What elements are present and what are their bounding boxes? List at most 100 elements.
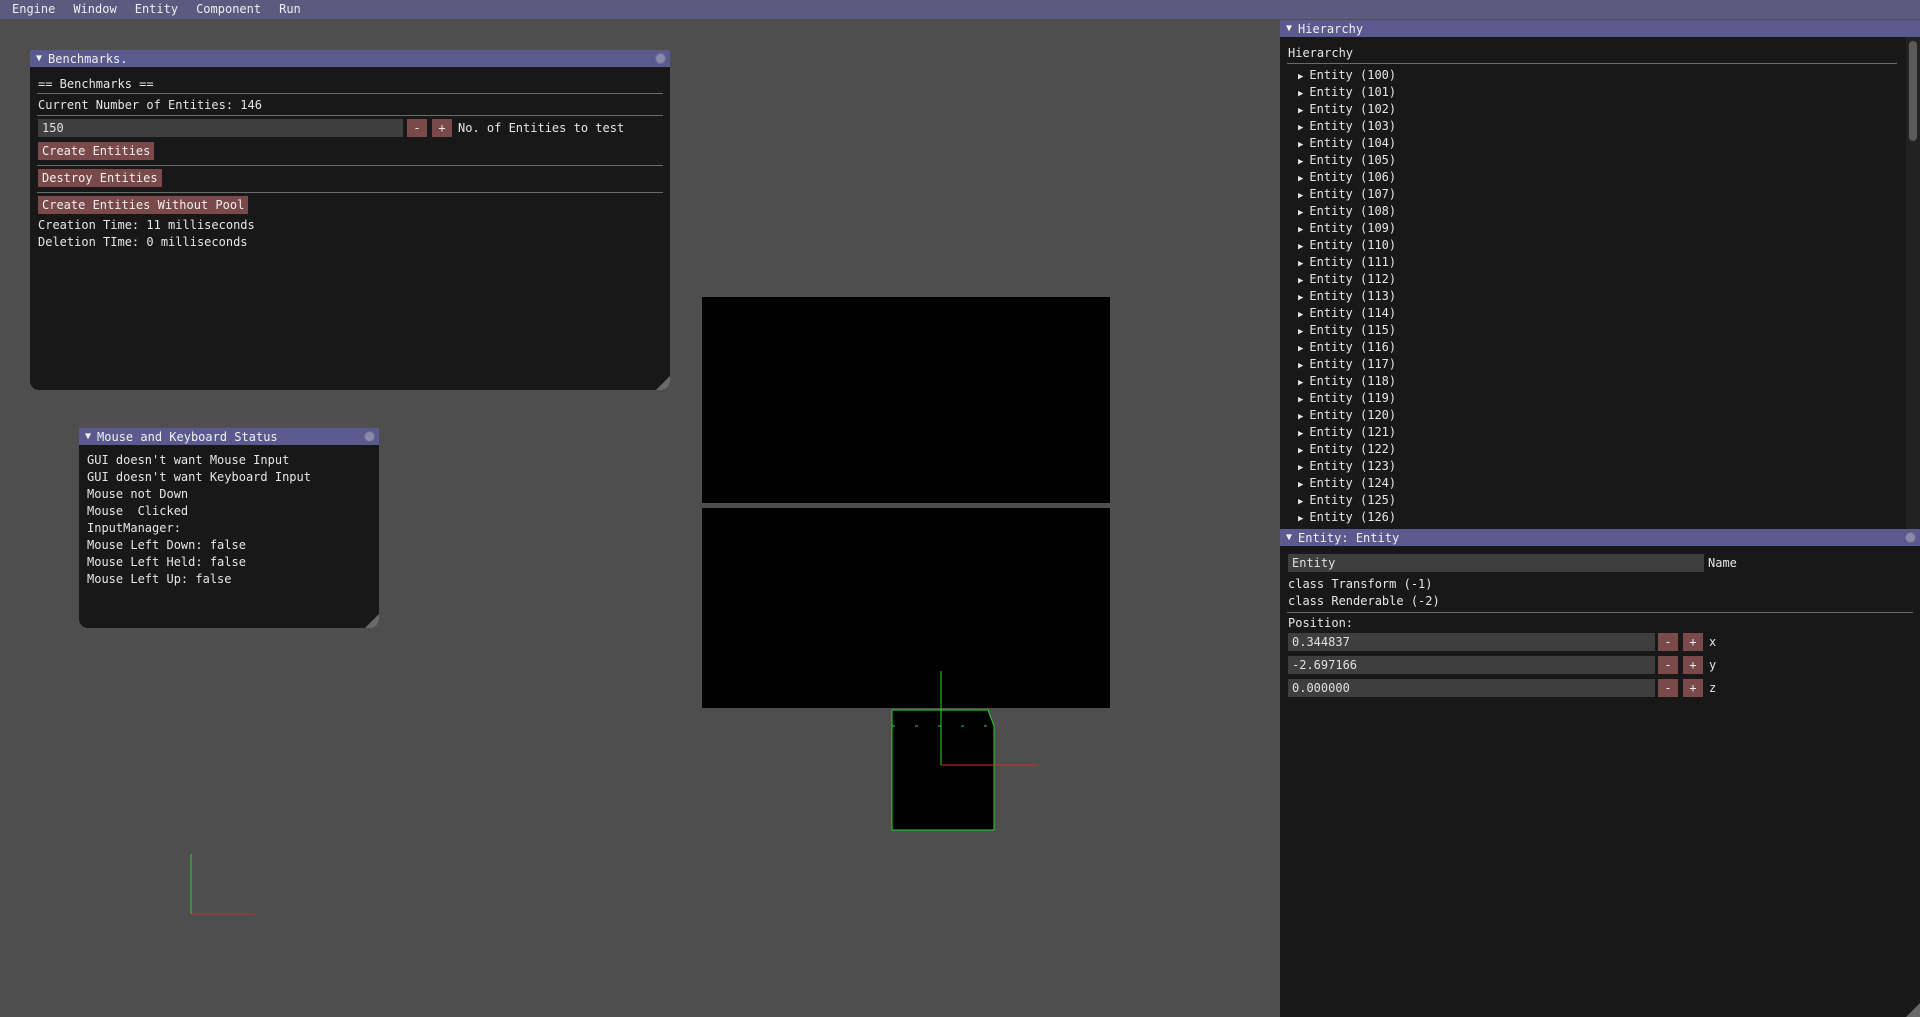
expand-arrow-icon[interactable]: ▶	[1298, 412, 1303, 422]
destroy-entities-button[interactable]: Destroy Entities	[38, 169, 162, 187]
create-entities-button[interactable]: Create Entities	[38, 142, 155, 160]
entity-count-input[interactable]: 150	[38, 119, 403, 137]
expand-arrow-icon[interactable]: ▶	[1298, 174, 1303, 184]
benchmarks-titlebar[interactable]: ▼ Benchmarks.	[30, 50, 670, 67]
hierarchy-window: ▼ Hierarchy Hierarchy ▶ Entity (100) ▶ Enti…	[1280, 20, 1920, 530]
viewport-black-panel-top	[702, 297, 1110, 503]
expand-arrow-icon[interactable]: ▶	[1298, 123, 1303, 133]
component-transform[interactable]: class Transform (-1)	[1288, 576, 1433, 592]
position-z-decrement-button[interactable]: -	[1658, 679, 1678, 697]
expand-arrow-icon[interactable]: ▶	[1298, 191, 1303, 201]
window-title: Hierarchy	[1298, 21, 1364, 36]
expand-arrow-icon[interactable]: ▶	[1298, 293, 1303, 303]
expand-arrow-icon[interactable]: ▶	[1298, 276, 1303, 286]
resize-grip[interactable]	[1906, 1003, 1920, 1017]
collapse-triangle-icon[interactable]: ▼	[1286, 532, 1292, 543]
entity-count-increment-button[interactable]: +	[432, 119, 452, 137]
position-y-decrement-button[interactable]: -	[1658, 656, 1678, 674]
hierarchy-item-label: Entity (124)	[1309, 476, 1397, 490]
position-y-increment-button[interactable]: +	[1683, 656, 1703, 674]
hierarchy-item-label: Entity (116)	[1309, 340, 1397, 354]
create-entities-without-pool-button[interactable]: Create Entities Without Pool	[38, 196, 249, 214]
expand-arrow-icon[interactable]: ▶	[1298, 344, 1303, 354]
hierarchy-item-label: Entity (108)	[1309, 204, 1397, 218]
expand-arrow-icon[interactable]: ▶	[1298, 480, 1303, 490]
expand-arrow-icon[interactable]: ▶	[1298, 497, 1303, 507]
scroll-thumb[interactable]	[1909, 41, 1917, 141]
entity-count-label: No. of Entities to test	[458, 121, 625, 135]
status-line: Mouse Left Held: false	[87, 555, 246, 569]
hierarchy-item-label: Entity (110)	[1309, 238, 1397, 252]
expand-arrow-icon[interactable]: ▶	[1298, 140, 1303, 150]
expand-arrow-icon[interactable]: ▶	[1298, 89, 1303, 99]
component-renderable[interactable]: class Renderable (-2)	[1288, 593, 1440, 609]
separator	[37, 93, 663, 94]
viewport-cube-gizmo	[891, 671, 1038, 831]
expand-arrow-icon[interactable]: ▶	[1298, 259, 1303, 269]
menu-window[interactable]: Window	[67, 0, 122, 19]
hierarchy-item-label: Entity (105)	[1309, 153, 1397, 167]
position-z-input[interactable]: 0.000000	[1288, 679, 1655, 697]
close-icon[interactable]	[364, 431, 375, 442]
hierarchy-tree-item[interactable]: ▶ Entity (126)	[1298, 509, 1396, 528]
menu-component[interactable]: Component	[190, 0, 267, 19]
inspector-titlebar[interactable]: ▼ Entity: Entity	[1280, 529, 1920, 546]
position-x-increment-button[interactable]: +	[1683, 633, 1703, 651]
collapse-triangle-icon[interactable]: ▼	[36, 53, 42, 64]
collapse-triangle-icon[interactable]: ▼	[1286, 23, 1292, 34]
position-label: Position:	[1288, 616, 1354, 630]
expand-arrow-icon[interactable]: ▶	[1298, 327, 1303, 337]
hierarchy-item-label: Entity (106)	[1309, 170, 1397, 184]
expand-arrow-icon[interactable]: ▶	[1298, 225, 1303, 235]
hierarchy-item-label: Entity (109)	[1309, 221, 1397, 235]
status-line: Mouse Left Up: false	[87, 572, 232, 586]
expand-arrow-icon[interactable]: ▶	[1298, 463, 1303, 473]
entity-name-input[interactable]: Entity	[1288, 554, 1704, 572]
entity-count-decrement-button[interactable]: -	[407, 119, 427, 137]
creation-time: Creation Time: 11 milliseconds	[38, 218, 255, 232]
menu-run[interactable]: Run	[273, 0, 307, 19]
input-status-titlebar[interactable]: ▼ Mouse and Keyboard Status	[79, 428, 379, 445]
expand-arrow-icon[interactable]: ▶	[1298, 72, 1303, 82]
hierarchy-scrollbar[interactable]	[1906, 37, 1920, 530]
input-status-window: ▼ Mouse and Keyboard Status GUI doesn't …	[79, 428, 379, 628]
expand-arrow-icon[interactable]: ▶	[1298, 157, 1303, 167]
hierarchy-item-label: Entity (117)	[1309, 357, 1397, 371]
status-line: GUI doesn't want Keyboard Input	[87, 470, 311, 484]
expand-arrow-icon[interactable]: ▶	[1298, 378, 1303, 388]
resize-grip[interactable]	[656, 376, 670, 390]
menu-entity[interactable]: Entity	[129, 0, 184, 19]
hierarchy-titlebar[interactable]: ▼ Hierarchy	[1280, 20, 1920, 37]
hierarchy-item-label: Entity (113)	[1309, 289, 1397, 303]
position-x-label: x	[1709, 635, 1717, 649]
window-title: Entity: Entity	[1298, 530, 1400, 545]
resize-grip[interactable]	[365, 614, 379, 628]
position-x-input[interactable]: 0.344837	[1288, 633, 1655, 651]
hierarchy-item-label: Entity (101)	[1309, 85, 1397, 99]
status-line: InputManager:	[87, 521, 181, 535]
expand-arrow-icon[interactable]: ▶	[1298, 242, 1303, 252]
collapse-triangle-icon[interactable]: ▼	[85, 431, 91, 442]
hierarchy-item-label: Entity (115)	[1309, 323, 1397, 337]
expand-arrow-icon[interactable]: ▶	[1298, 208, 1303, 218]
separator	[37, 192, 663, 193]
close-icon[interactable]	[1905, 532, 1916, 543]
hierarchy-item-label: Entity (119)	[1309, 391, 1397, 405]
hierarchy-item-label: Entity (112)	[1309, 272, 1397, 286]
expand-arrow-icon[interactable]: ▶	[1298, 429, 1303, 439]
current-entity-count: Current Number of Entities: 146	[38, 98, 262, 112]
hierarchy-item-label: Entity (126)	[1309, 510, 1397, 524]
expand-arrow-icon[interactable]: ▶	[1298, 106, 1303, 116]
menu-engine[interactable]: Engine	[6, 0, 61, 19]
expand-arrow-icon[interactable]: ▶	[1298, 310, 1303, 320]
expand-arrow-icon[interactable]: ▶	[1298, 361, 1303, 371]
hierarchy-item-label: Entity (103)	[1309, 119, 1397, 133]
position-z-increment-button[interactable]: +	[1683, 679, 1703, 697]
close-icon[interactable]	[655, 53, 666, 64]
expand-arrow-icon[interactable]: ▶	[1298, 446, 1303, 456]
position-x-decrement-button[interactable]: -	[1658, 633, 1678, 651]
expand-arrow-icon[interactable]: ▶	[1298, 395, 1303, 405]
expand-arrow-icon[interactable]: ▶	[1298, 514, 1303, 524]
benchmarks-heading: == Benchmarks ==	[38, 77, 154, 91]
position-y-input[interactable]: -2.697166	[1288, 656, 1655, 674]
